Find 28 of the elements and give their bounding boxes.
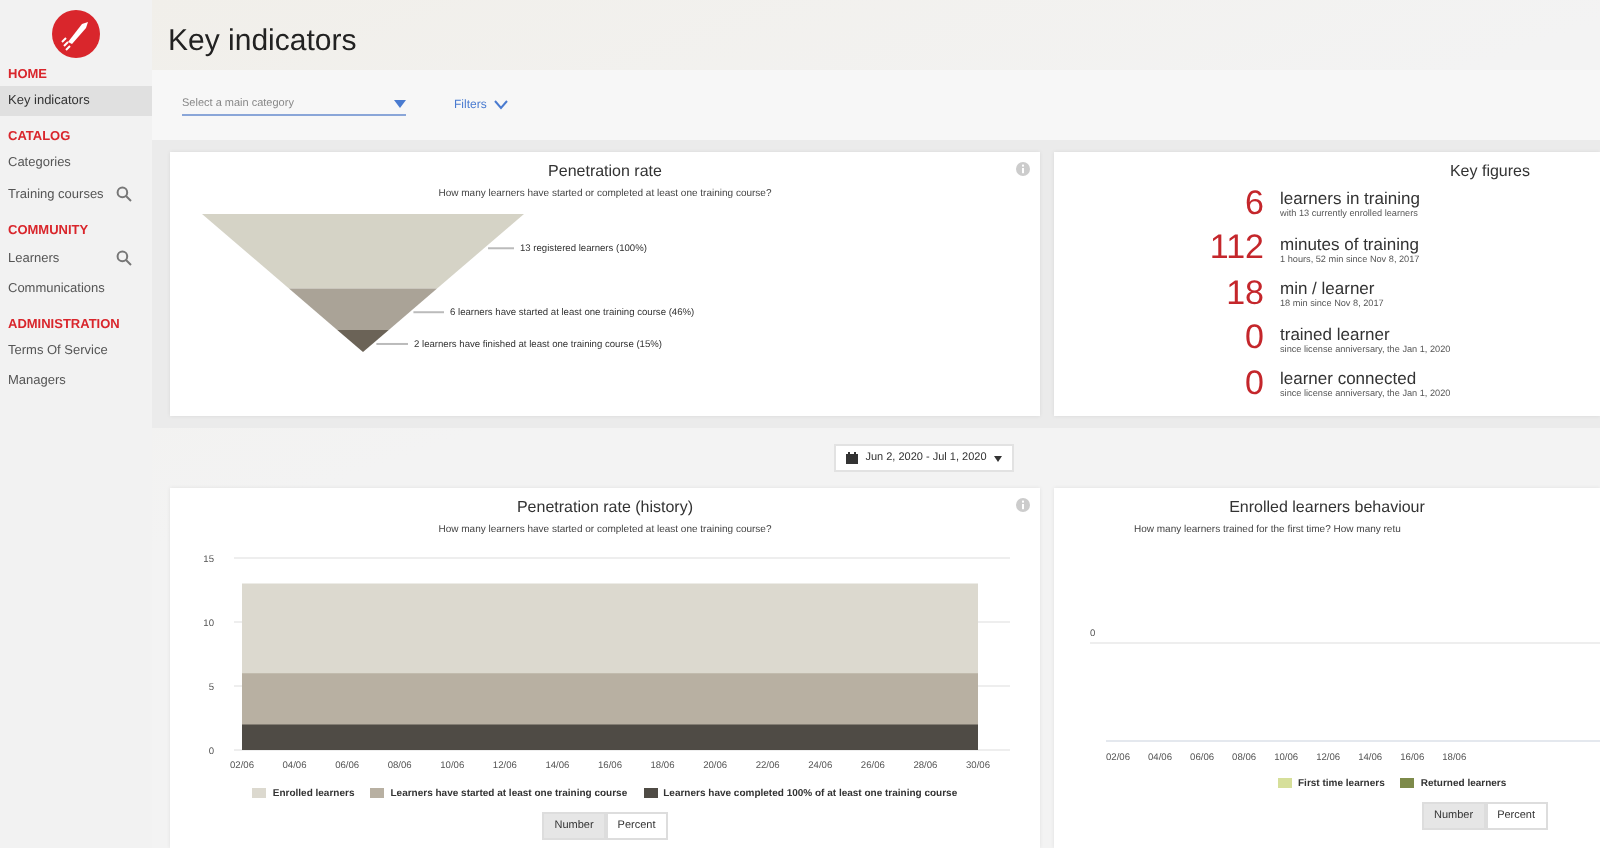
card-title: Penetration rate (history) bbox=[516, 495, 694, 516]
card-title: Enrolled learners behaviour bbox=[1229, 495, 1425, 516]
figure-label: trained learner bbox=[1280, 323, 1392, 344]
figure-label: minutes of training bbox=[1280, 233, 1420, 254]
figure-value: 6 bbox=[1243, 183, 1264, 224]
leader-line bbox=[487, 248, 515, 251]
figure-value: 0 bbox=[1243, 318, 1264, 359]
page-title: Key indicators bbox=[166, 22, 359, 62]
figure-label: learner connected bbox=[1280, 368, 1419, 389]
card-title: Penetration rate bbox=[548, 160, 662, 181]
legend-swatch bbox=[252, 788, 267, 799]
leader-line bbox=[412, 312, 445, 315]
leader-line bbox=[375, 343, 409, 346]
search-icon[interactable] bbox=[116, 250, 132, 266]
caret-icon bbox=[994, 455, 1003, 462]
legend-swatch bbox=[370, 788, 385, 799]
chevron-down-icon bbox=[494, 100, 509, 111]
card-title: Key figures bbox=[1449, 160, 1532, 181]
figure-value: 112 bbox=[1207, 228, 1264, 269]
figure-value: 18 bbox=[1224, 273, 1264, 314]
figure-label: min / learner bbox=[1280, 278, 1377, 299]
legend-swatch bbox=[643, 788, 658, 799]
rocket-logo-icon bbox=[50, 8, 102, 60]
figure-value: 0 bbox=[1243, 363, 1264, 404]
figure-label: learners in training bbox=[1280, 188, 1420, 209]
search-icon[interactable] bbox=[116, 186, 132, 202]
calendar-icon bbox=[845, 452, 858, 465]
dropdown-caret-icon bbox=[394, 100, 406, 109]
